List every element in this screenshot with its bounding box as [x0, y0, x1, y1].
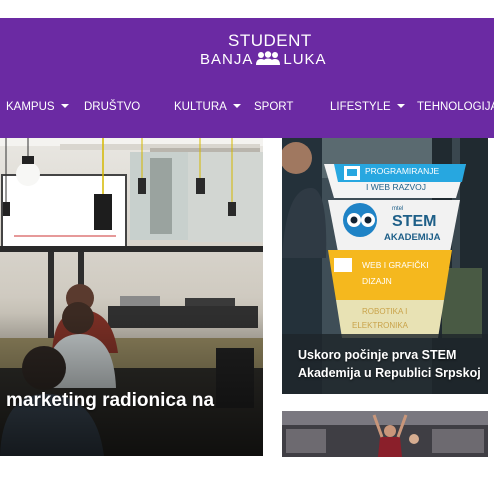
- main-nav: KAMPUS DRUŠTVO KULTURA SPORT LIFESTYLE T…: [0, 96, 494, 118]
- poster-text-mtel: mtel: [392, 206, 403, 212]
- nav-label: TEHNOLOGIJA: [417, 101, 494, 113]
- site-logo[interactable]: STUDENT BANJA LUKA: [198, 32, 338, 72]
- nav-item-lifestyle[interactable]: LIFESTYLE: [330, 96, 405, 118]
- poster-text-robotika: ROBOTIKA I: [362, 307, 407, 316]
- site-header: STUDENT BANJA LUKA KAMPUS DRUŠTVO KULTUR…: [0, 18, 494, 138]
- nav-label: SPORT: [254, 101, 294, 113]
- nav-item-drustvo[interactable]: DRUŠTVO: [84, 96, 140, 118]
- poster-text-web-graficki: WEB I GRAFIČKI: [362, 260, 429, 270]
- chevron-down-icon: [232, 104, 241, 108]
- nav-label: LIFESTYLE: [330, 101, 391, 113]
- poster-text-elektronika: ELEKTRONIKA: [352, 321, 409, 330]
- article-card[interactable]: PROGRAMIRANJE I WEB RAZVOJ mtel STEM AKA…: [282, 138, 488, 394]
- nav-item-kampus[interactable]: KAMPUS: [6, 96, 69, 118]
- poster-text-akademija: AKADEMIJA: [384, 232, 441, 243]
- logo-luka-text: LUKA: [283, 51, 327, 68]
- featured-article-title[interactable]: marketing radionica na: [6, 390, 214, 412]
- featured-article[interactable]: marketing radionica na: [0, 138, 263, 456]
- nav-item-tehnologija[interactable]: TEHNOLOGIJA: [417, 96, 494, 118]
- chevron-down-icon: [60, 104, 69, 108]
- logo-city-text: BANJA LUKA: [200, 51, 327, 69]
- nav-label: DRUŠTVO: [84, 101, 141, 113]
- article-card-title[interactable]: Uskoro počinje prva STEM Akademija u Rep…: [298, 346, 484, 382]
- poster-text-dizajn: DIZAJN: [362, 276, 392, 286]
- top-strip: [0, 0, 494, 18]
- logo-student-text: STUDENT: [228, 31, 312, 50]
- nav-label: KULTURA: [174, 101, 227, 113]
- basketball-photo: [282, 411, 488, 457]
- poster-text-programiranje: PROGRAMIRANJE: [365, 166, 439, 176]
- poster-text-stem: STEM: [392, 213, 436, 230]
- chevron-down-icon: [396, 104, 405, 108]
- nav-item-kultura[interactable]: KULTURA: [174, 96, 241, 118]
- poster-text-web-razvoj: I WEB RAZVOJ: [366, 182, 426, 192]
- logo-banja-text: BANJA: [200, 51, 254, 68]
- people-icon: [256, 51, 281, 65]
- article-card-sport[interactable]: [282, 411, 488, 457]
- nav-item-sport[interactable]: SPORT: [254, 96, 293, 118]
- nav-label: KAMPUS: [6, 101, 55, 113]
